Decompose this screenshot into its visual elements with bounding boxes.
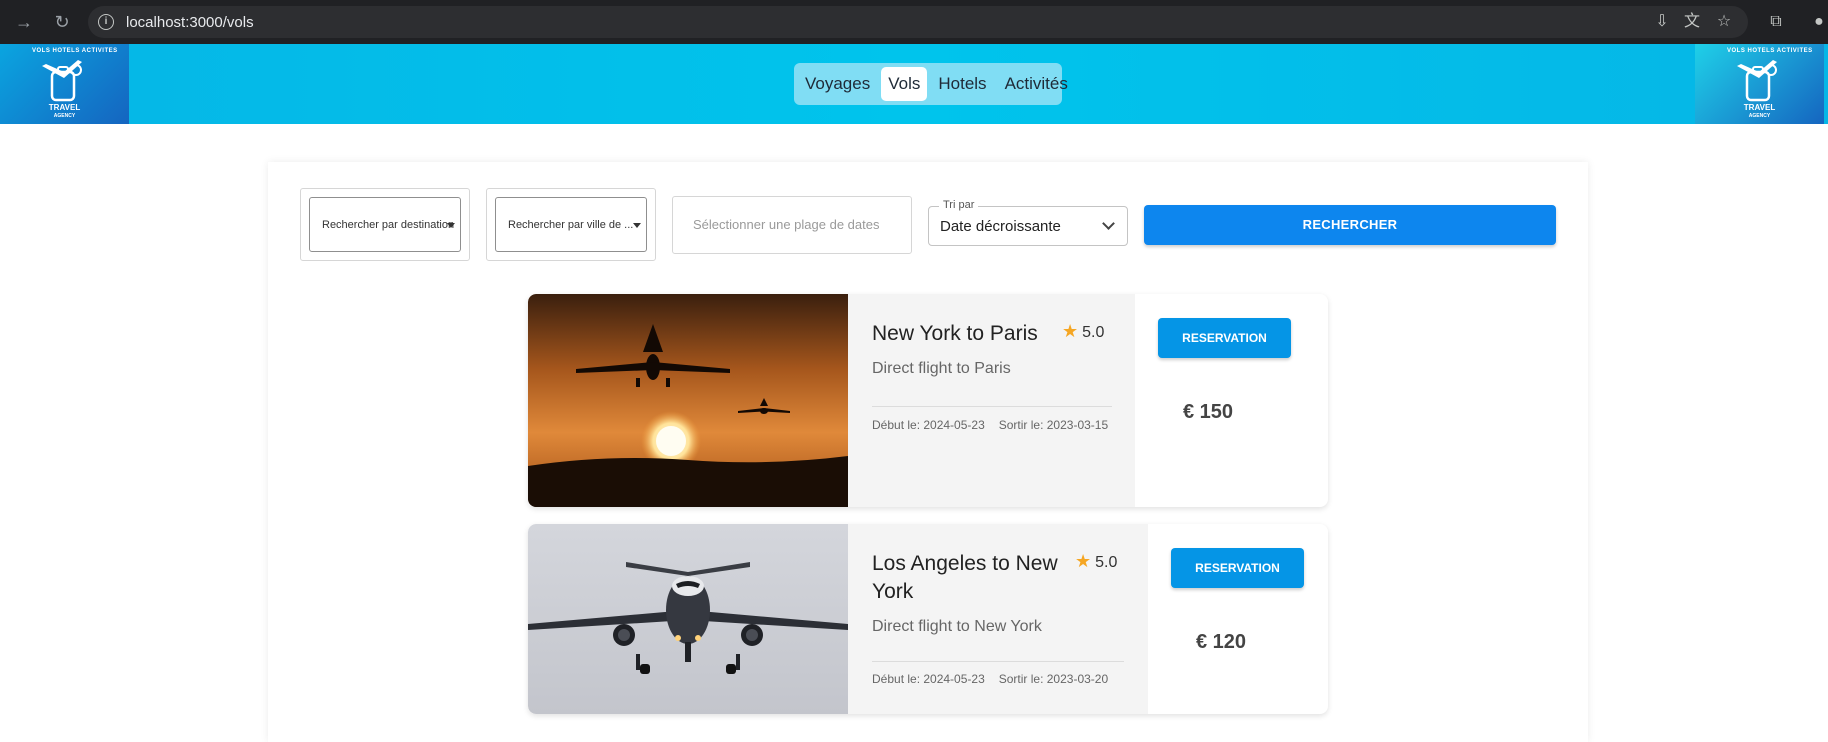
flight-description: Direct flight to New York (872, 618, 1042, 635)
reservation-button[interactable]: RESERVATION (1171, 548, 1304, 588)
flight-title: New York to Paris (872, 322, 1038, 345)
end-date: Sortir le: 2023-03-15 (998, 418, 1109, 432)
sort-select[interactable]: Tri par Date décroissante (928, 199, 1128, 246)
rating: ★ 5.0 (1075, 551, 1118, 571)
extensions-icon[interactable]: ⧉ (1764, 10, 1788, 34)
main-nav-tabs: Voyages Vols Hotels Activités (794, 63, 1068, 105)
search-button[interactable]: RECHERCHER (1144, 205, 1556, 245)
logo-brand: TRAVEL AGENCY (48, 103, 81, 120)
forward-icon[interactable]: → (12, 10, 36, 34)
end-date: Sortir le: 2023-03-20 (998, 672, 1109, 686)
divider (872, 661, 1124, 662)
tab-voyages[interactable]: Voyages (798, 67, 877, 101)
divider (872, 406, 1112, 407)
flight-card: Los Angeles to New York ★ 5.0 Direct flig… (528, 524, 1328, 714)
url-text: localhost:3000/vols (126, 14, 254, 31)
tab-activites[interactable]: Activités (998, 67, 1075, 101)
address-bar[interactable]: i localhost:3000/vols (88, 6, 1748, 38)
destination-select-text: Rechercher par destination (309, 197, 461, 252)
flight-description: Direct flight to Paris (872, 360, 1011, 377)
logo-arc-text: VOLS HOTELS ACTIVITES (1727, 48, 1813, 54)
sort-label: Tri par (939, 199, 979, 211)
profile-icon[interactable]: ● (1810, 10, 1828, 34)
reload-icon[interactable]: ↻ (50, 10, 74, 34)
chevron-down-icon (1102, 217, 1115, 230)
install-app-icon[interactable]: ⇩ (1650, 10, 1674, 34)
tab-hotels[interactable]: Hotels (931, 67, 993, 101)
flight-title: Los Angeles to New York (872, 552, 1058, 603)
date-range-input[interactable]: Sélectionner une plage de dates (672, 196, 912, 254)
flight-card: New York to Paris ★ 5.0 Direct flight to … (528, 294, 1328, 507)
flight-photo-sunset (528, 294, 848, 507)
flight-photo-airliner (528, 524, 848, 714)
destination-select[interactable]: Rechercher par destination (300, 188, 470, 261)
flight-dates: Début le: 2024-05-23 Sortir le: 2023-03-2… (872, 672, 1108, 686)
city-select-text: Rechercher par ville de ... (495, 197, 647, 252)
logo[interactable]: VOLS HOTELS ACTIVITES TRAVEL AGENCY (0, 44, 129, 124)
logo-arc-text: VOLS HOTELS ACTIVITES (32, 48, 118, 54)
logo-right[interactable]: VOLS HOTELS ACTIVITES TRAVEL AGENCY (1695, 44, 1824, 124)
rating: ★ 5.0 (1062, 321, 1105, 341)
flight-price: € 150 (1183, 401, 1234, 423)
tab-vols[interactable]: Vols (881, 67, 928, 101)
star-icon: ★ (1075, 551, 1092, 571)
bookmark-star-icon[interactable]: ☆ (1712, 10, 1736, 34)
logo-brand: TRAVEL AGENCY (1743, 103, 1776, 120)
flight-price: € 120 (1196, 631, 1247, 653)
flight-dates: Début le: 2024-05-23 Sortir le: 2023-03-1… (872, 418, 1108, 432)
site-header: VOLS HOTELS ACTIVITES TRAVEL AGENCY Voyag… (0, 44, 1828, 124)
reservation-button[interactable]: RESERVATION (1158, 318, 1291, 358)
city-select[interactable]: Rechercher par ville de ... (486, 188, 656, 261)
star-icon: ★ (1062, 321, 1079, 341)
site-info-icon[interactable]: i (98, 14, 114, 30)
start-date: Début le: 2024-05-23 (872, 418, 985, 432)
translate-icon[interactable]: 文 (1680, 10, 1704, 34)
browser-toolbar: → ↻ i localhost:3000/vols ⇩ 文 ☆ ⧉ ● (0, 0, 1828, 44)
sort-value: Date décroissante (940, 218, 1061, 235)
flight-info: Los Angeles to New York ★ 5.0 Direct flig… (848, 524, 1148, 714)
caret-down-icon (633, 223, 641, 228)
flight-info: New York to Paris ★ 5.0 Direct flight to … (848, 294, 1135, 507)
start-date: Début le: 2024-05-23 (872, 672, 985, 686)
caret-down-icon (447, 223, 455, 228)
